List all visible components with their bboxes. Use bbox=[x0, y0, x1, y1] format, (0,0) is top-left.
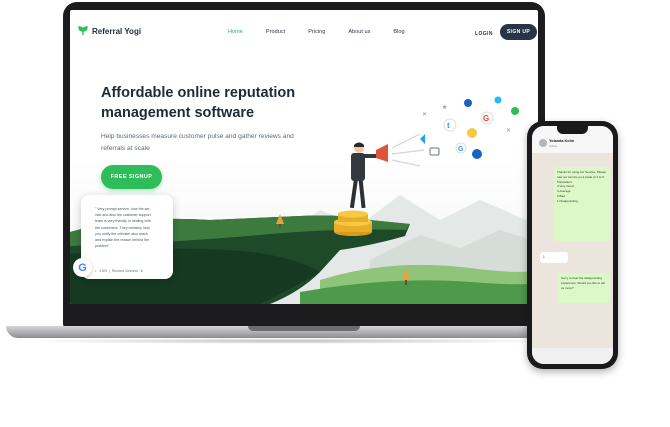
hero-title-line1: Affordable online reputation bbox=[101, 85, 296, 101]
free-signup-button[interactable]: FREE SIGNUP bbox=[101, 165, 162, 189]
svg-text:t: t bbox=[447, 121, 450, 130]
svg-text:✕: ✕ bbox=[422, 112, 427, 118]
nav-item-home[interactable]: Home bbox=[228, 29, 243, 35]
nav-item-about[interactable]: About us bbox=[348, 29, 370, 35]
svg-text:G: G bbox=[458, 146, 464, 153]
review-meta: ★ 4.8/5 | Richard Johnson ❦ bbox=[94, 269, 143, 273]
review-line: problem" bbox=[95, 244, 110, 249]
hero-subtitle-line1: Help businesses measure customer pulse a… bbox=[101, 133, 294, 140]
followup-bubble: Sorry to hear the disappointing experien… bbox=[558, 273, 610, 303]
signup-button[interactable]: SIGN UP bbox=[500, 24, 537, 40]
hero-subtitle: Help businesses measure customer pulse a… bbox=[101, 131, 301, 155]
hero-title: Affordable online reputation management … bbox=[101, 83, 361, 123]
nav-item-pricing[interactable]: Pricing bbox=[308, 29, 325, 35]
divider: | bbox=[108, 269, 110, 273]
laptop-notch bbox=[248, 326, 360, 331]
brand-name: Referral Yogi bbox=[92, 26, 142, 36]
svg-text:✕: ✕ bbox=[506, 128, 511, 134]
review-card: " Very prompt service, love the ser- vic… bbox=[81, 195, 173, 279]
main-menu: Home Product Pricing About us Blog bbox=[228, 29, 428, 35]
star-icon: ★ bbox=[94, 269, 98, 273]
google-icon: G bbox=[73, 258, 92, 277]
phone-frame: Yolanda Kohn online Thanks for using our… bbox=[527, 121, 618, 369]
avatar bbox=[539, 139, 547, 147]
svg-text:G: G bbox=[483, 114, 489, 123]
phone-notch bbox=[557, 126, 588, 134]
rating-option: 1 Disappointing bbox=[557, 198, 578, 203]
phone-screen: Yolanda Kohn online Thanks for using our… bbox=[532, 126, 613, 364]
review-author: Richard Johnson bbox=[111, 269, 139, 273]
nav-item-product[interactable]: Product bbox=[266, 29, 285, 35]
top-nav: Referral Yogi Home Product Pricing About… bbox=[70, 10, 538, 50]
review-quote: " Very prompt service, love the ser- vic… bbox=[95, 206, 169, 249]
laptop-shadow bbox=[16, 338, 562, 344]
rating-request-bubble: Thanks for using our Service. Please rat… bbox=[554, 167, 610, 241]
reply-bubble: 1 bbox=[540, 252, 568, 263]
hero-subtitle-line2: referrals at scale bbox=[101, 145, 150, 152]
brand-logo[interactable]: Referral Yogi bbox=[78, 26, 141, 36]
chat-contact-status: online bbox=[549, 144, 558, 148]
chat-input-bar[interactable] bbox=[532, 348, 613, 364]
laptop-frame: t G G ★ ✕ ✕ Referral Yogi Home Product P… bbox=[63, 2, 545, 328]
leaf-icon: ❦ bbox=[140, 269, 144, 273]
bubble-text: Thanks for using our Service. Please rat… bbox=[557, 170, 607, 179]
chat-contact-name: Yolanda Kohn bbox=[549, 139, 575, 143]
review-rating: 4.8/5 bbox=[99, 269, 107, 273]
leaf-icon bbox=[78, 26, 88, 35]
hero-title-line2: management software bbox=[101, 105, 255, 121]
login-link[interactable]: LOGIN bbox=[475, 31, 493, 37]
nav-item-blog[interactable]: Blog bbox=[393, 29, 404, 35]
svg-text:★: ★ bbox=[442, 104, 447, 111]
